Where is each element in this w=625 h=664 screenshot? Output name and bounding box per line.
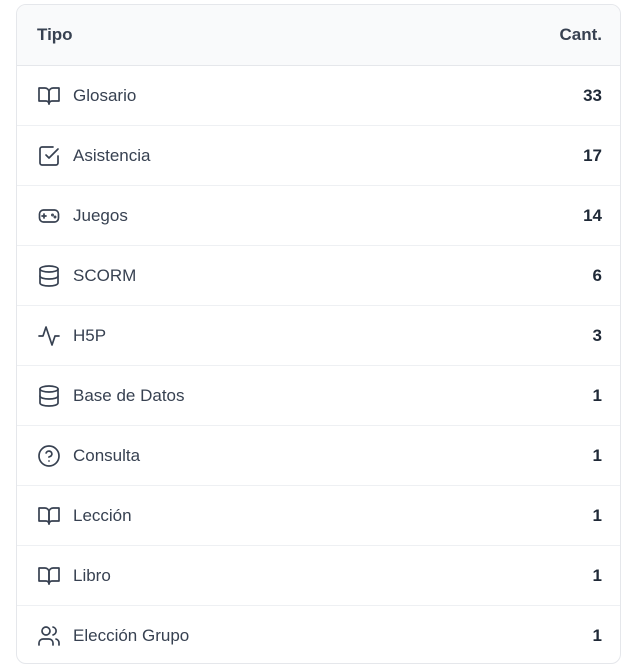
type-cell: Juegos xyxy=(37,204,128,228)
type-label: Juegos xyxy=(73,205,128,225)
table-row: Base de Datos 1 xyxy=(17,366,620,426)
gamepad-icon xyxy=(37,204,61,228)
type-label: Elección Grupo xyxy=(73,625,190,645)
help-circle-icon xyxy=(37,444,61,468)
book-icon xyxy=(37,564,61,588)
table-row: Libro 1 xyxy=(17,546,620,606)
count-value: 33 xyxy=(583,85,602,105)
table-header: Tipo Cant. xyxy=(17,5,620,66)
type-label: Base de Datos xyxy=(73,385,185,405)
database-icon xyxy=(37,384,61,408)
type-label: Consulta xyxy=(73,445,141,465)
activity-icon xyxy=(37,324,61,348)
type-label: H5P xyxy=(73,325,107,345)
table-row: Juegos 14 xyxy=(17,186,620,246)
count-value: 1 xyxy=(592,625,602,645)
book-icon xyxy=(37,504,61,528)
count-value: 1 xyxy=(592,565,602,585)
count-value: 1 xyxy=(592,445,602,465)
count-value: 17 xyxy=(583,145,602,165)
count-value: 1 xyxy=(592,385,602,405)
type-cell: Elección Grupo xyxy=(37,624,189,648)
column-header-type: Tipo xyxy=(37,25,73,44)
check-square-icon xyxy=(37,144,61,168)
count-value: 6 xyxy=(592,265,602,285)
type-cell: Glosario xyxy=(37,84,136,108)
type-label: Libro xyxy=(73,565,111,585)
type-cell: SCORM xyxy=(37,264,136,288)
type-label: SCORM xyxy=(73,265,137,285)
type-label: Lección xyxy=(73,505,132,525)
type-cell: Base de Datos xyxy=(37,384,185,408)
count-value: 14 xyxy=(583,205,602,225)
book-icon xyxy=(37,84,61,108)
table-row: Elección Grupo 1 xyxy=(17,606,620,663)
table-row: Glosario 33 xyxy=(17,66,620,126)
table-row: SCORM 6 xyxy=(17,246,620,306)
type-cell: Lección xyxy=(37,504,132,528)
table-row: Lección 1 xyxy=(17,486,620,546)
column-header-count: Cant. xyxy=(559,25,603,44)
type-cell: Libro xyxy=(37,564,111,588)
activity-type-table: Tipo Cant. Glosario 33 Asistencia 17 Jue… xyxy=(16,4,621,664)
table-row: Consulta 1 xyxy=(17,426,620,486)
count-value: 3 xyxy=(592,325,602,345)
type-cell: H5P xyxy=(37,324,106,348)
type-label: Asistencia xyxy=(73,145,151,165)
type-cell: Asistencia xyxy=(37,144,150,168)
type-cell: Consulta xyxy=(37,444,140,468)
database-icon xyxy=(37,264,61,288)
table-row: Asistencia 17 xyxy=(17,126,620,186)
users-icon xyxy=(37,624,61,648)
type-label: Glosario xyxy=(73,85,137,105)
table-row: H5P 3 xyxy=(17,306,620,366)
count-value: 1 xyxy=(592,505,602,525)
